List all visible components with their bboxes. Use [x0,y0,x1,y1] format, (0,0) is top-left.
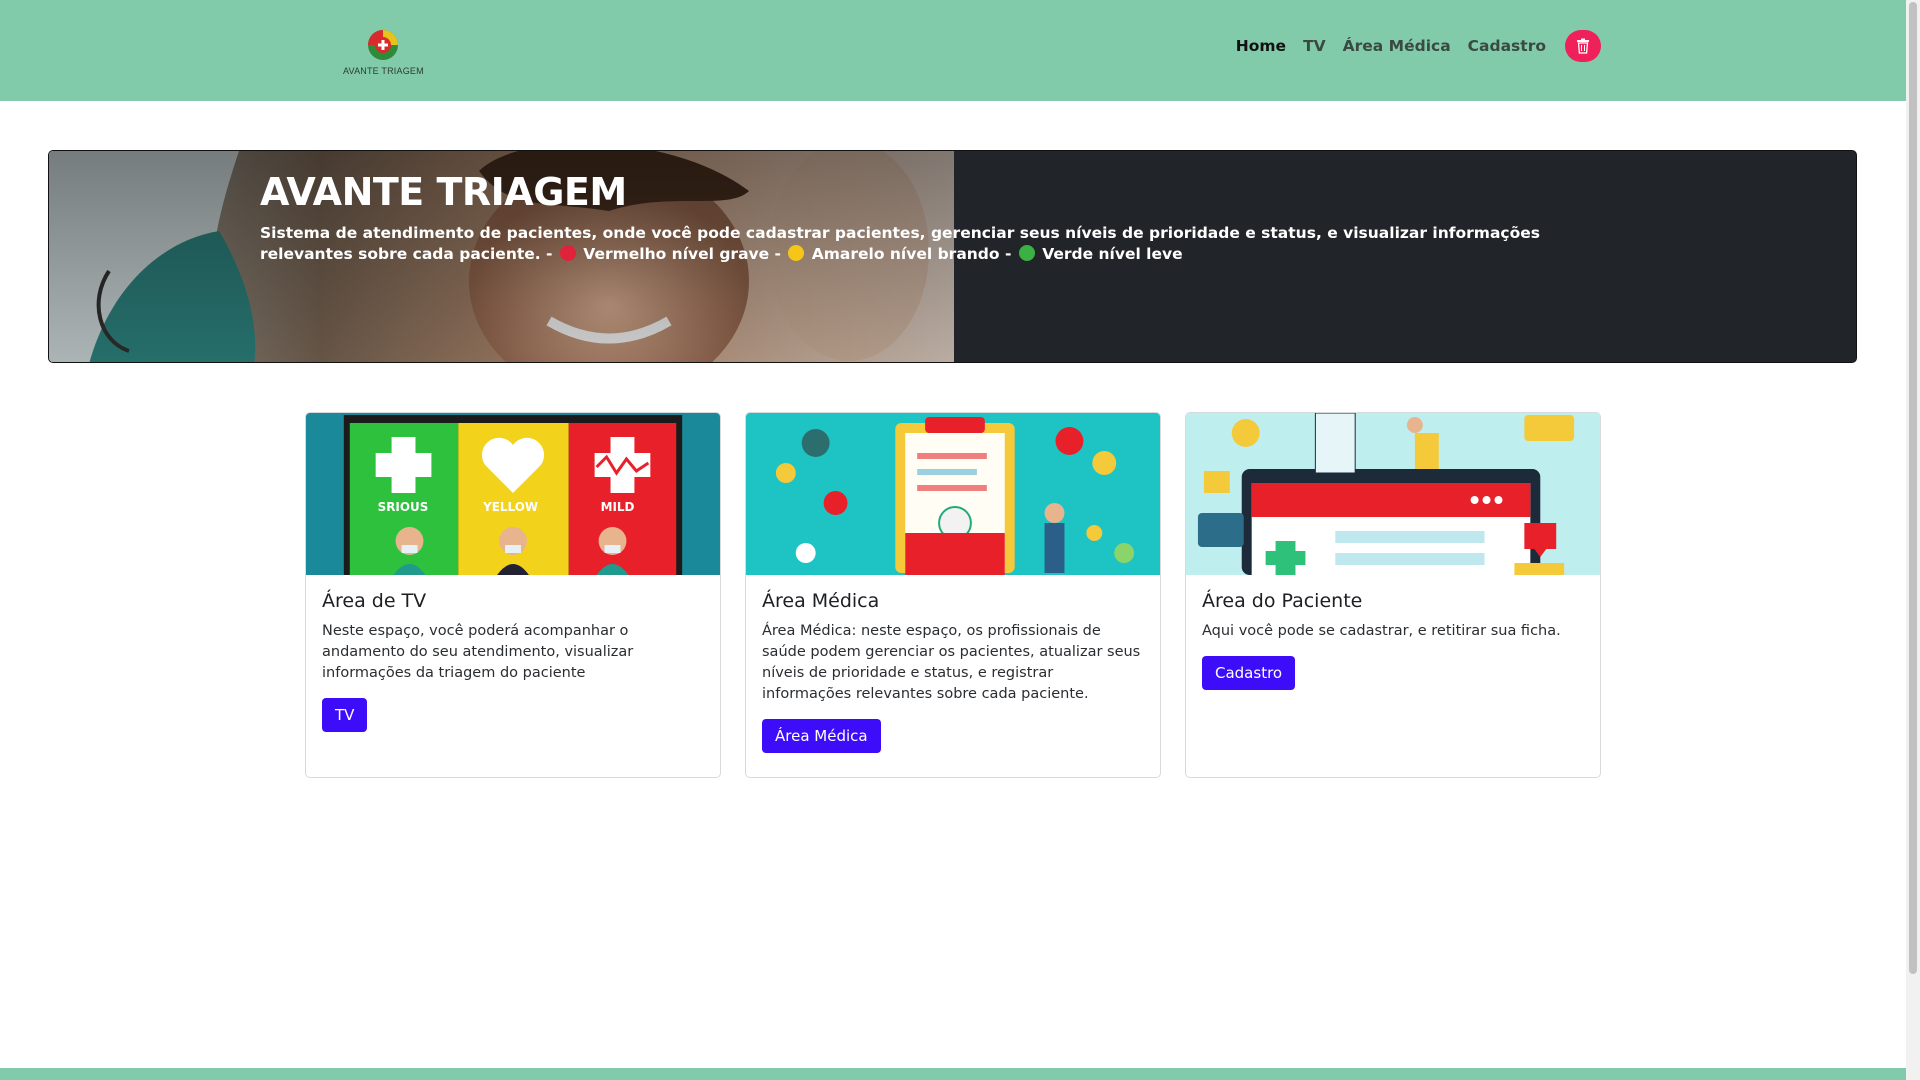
logo-text: AVANTE TRIAGEM [343,66,424,76]
card-area-paciente-title: Área do Paciente [1202,590,1363,612]
trash-icon [1577,38,1589,54]
nav-tv[interactable]: TV [1303,37,1326,55]
card-tv-label-mild: MILD [601,500,635,514]
nav-area-medica[interactable]: Área Médica [1343,37,1451,55]
page-scrollbar[interactable] [1906,0,1920,1080]
red-circle-icon [559,245,576,261]
top-navbar: AVANTE TRIAGEM Home TV Área Médica Cadas… [0,0,1906,101]
card-tv-title: Área de TV [322,590,427,612]
scrollbar-thumb[interactable] [1909,2,1917,974]
hero-yellow-level: Amarelo nível brando - [811,245,1017,263]
main-nav: Home TV Área Médica Cadastro [1236,30,1601,62]
green-circle-icon [1018,245,1035,261]
card-tv-text: Neste espaço, você poderá acompanhar o a… [322,623,634,681]
brand-logo[interactable]: AVANTE TRIAGEM [343,28,424,76]
logo-cross-icon [368,30,398,60]
hero-green-level: Verde nível leve [1042,245,1183,263]
card-area-medica-text: Área Médica: neste espaço, os profission… [762,623,1141,702]
nav-home[interactable]: Home [1236,37,1286,55]
footer-strip [0,1068,1906,1080]
clear-data-button[interactable] [1565,30,1601,62]
card-area-medica: Área Médica Área Médica: neste espaço, o… [745,412,1161,778]
card-tv-label-yellow: YELLOW [482,500,538,514]
card-tv-label-serious: SRIOUS [378,500,429,514]
card-tv-image: SRIOUS YELLOW MILD [306,413,720,575]
tv-button[interactable]: TV [322,698,368,732]
cadastro-button[interactable]: Cadastro [1202,656,1296,690]
hero-red-level: Vermelho nível grave - [583,245,787,263]
card-area-paciente-text: Aqui você pode se cadastrar, e retitirar… [1202,623,1561,639]
area-medica-button[interactable]: Área Médica [762,719,881,753]
card-area-medica-title: Área Médica [762,590,880,612]
card-area-paciente: Área do Paciente Aqui você pode se cadas… [1185,412,1601,778]
card-tv: SRIOUS YELLOW MILD Área de TV Neste espa… [305,412,721,778]
nav-cadastro[interactable]: Cadastro [1468,37,1546,55]
yellow-circle-icon [788,245,805,261]
hero-title: AVANTE TRIAGEM [260,170,627,214]
hero-description: Sistema de atendimento de pacientes, ond… [260,223,1600,265]
card-area-paciente-image [1186,413,1600,575]
card-area-medica-image [746,413,1160,575]
